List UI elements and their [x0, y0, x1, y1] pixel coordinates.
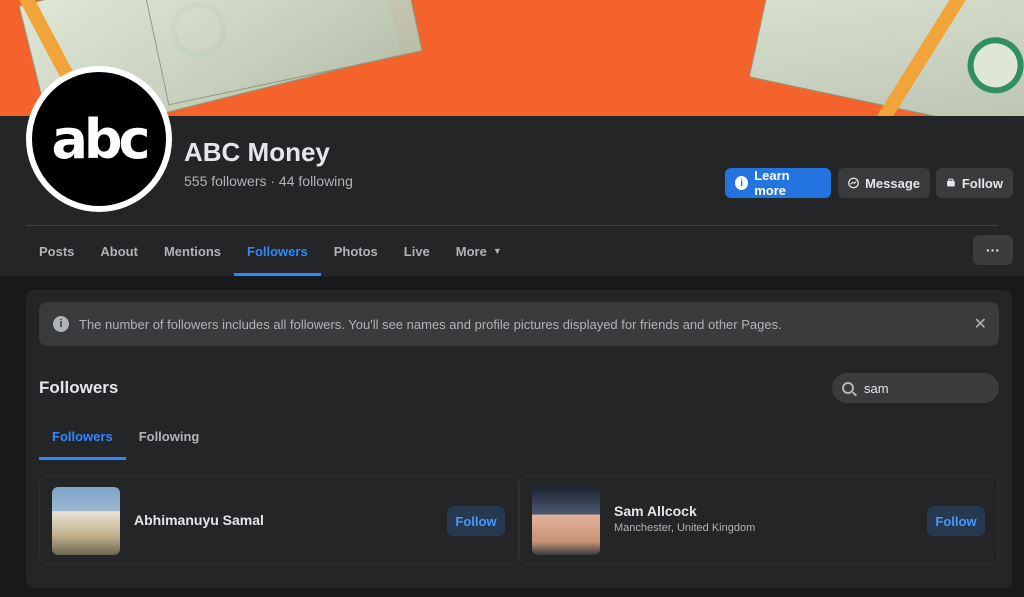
page-stats[interactable]: 555 followers · 44 following [184, 173, 353, 189]
notice-text: The number of followers includes all fol… [79, 316, 782, 332]
follow-page-button[interactable]: Follow [936, 168, 1013, 198]
person-name[interactable]: Sam Allcock [614, 503, 697, 519]
close-icon[interactable]: ✕ [974, 314, 987, 334]
info-icon: i [735, 176, 749, 190]
list-item: Abhimanuyu Samal Follow [39, 476, 519, 564]
tab-more[interactable]: More ▼ [443, 226, 515, 276]
tab-more-label: More [455, 243, 487, 259]
messenger-icon [848, 177, 859, 189]
learn-more-label: Learn more [754, 168, 790, 198]
message-label: Message [865, 175, 920, 191]
page-logo: abc [32, 72, 166, 206]
list-item: Sam Allcock Manchester, United Kingdom F… [519, 476, 999, 564]
tab-about[interactable]: About [87, 226, 151, 276]
avatar[interactable] [532, 487, 600, 555]
follow-button[interactable]: Follow [447, 506, 505, 536]
chevron-down-icon: ▼ [492, 246, 502, 256]
avatar[interactable] [52, 487, 120, 555]
money-seal-graphic [962, 32, 1024, 99]
followers-card: i The number of followers includes all f… [26, 290, 1012, 588]
section-title: Followers [39, 378, 119, 397]
more-dots-icon: ··· [986, 242, 1000, 258]
search-input[interactable]: sam [832, 373, 999, 403]
followers-notice: i The number of followers includes all f… [39, 302, 999, 346]
follow-button[interactable]: Follow [927, 506, 985, 536]
followers-subtabs: Followers Following [39, 412, 212, 460]
info-icon: i [53, 316, 69, 332]
tab-mentions[interactable]: Mentions [151, 226, 234, 276]
follow-icon [947, 178, 955, 187]
subtab-followers[interactable]: Followers [39, 412, 126, 460]
tab-photos[interactable]: Photos [321, 226, 391, 276]
tab-live[interactable]: Live [391, 226, 443, 276]
search-icon [842, 382, 854, 394]
more-options-button[interactable]: ··· [973, 235, 1013, 265]
message-button[interactable]: Message [838, 168, 930, 198]
learn-more-button[interactable]: i Learn more [725, 168, 831, 198]
tab-followers[interactable]: Followers [234, 226, 321, 276]
page-nav: Posts About Mentions Followers Photos Li… [26, 226, 515, 276]
cover-money-graphic [137, 0, 423, 106]
person-name[interactable]: Abhimanuyu Samal [134, 512, 264, 528]
subtab-following[interactable]: Following [126, 412, 213, 460]
page-avatar[interactable]: abc [26, 66, 172, 212]
page-title[interactable]: ABC Money [184, 137, 330, 168]
tab-posts[interactable]: Posts [26, 226, 87, 276]
search-value: sam [864, 380, 889, 396]
person-location: Manchester, United Kingdom [614, 522, 756, 534]
follow-page-label: Follow [961, 175, 1003, 191]
